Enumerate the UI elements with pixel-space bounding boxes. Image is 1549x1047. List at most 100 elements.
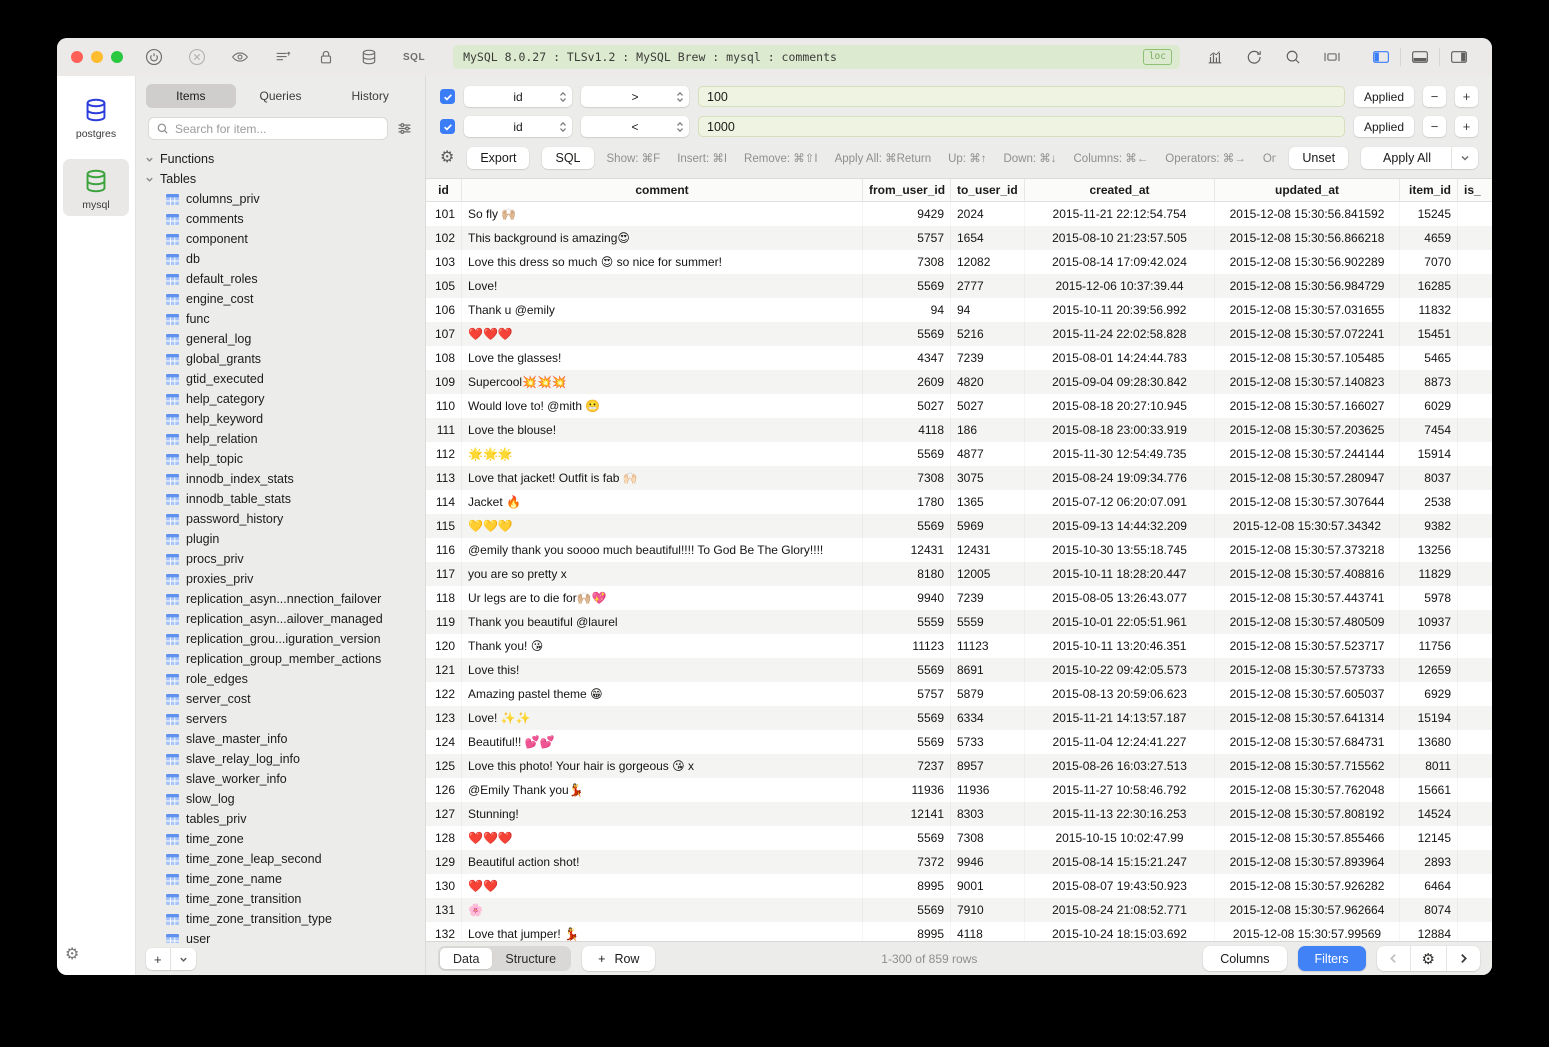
table-row[interactable]: 123Love! ✨✨556963342015-11-21 14:13:57.1… [426,706,1492,730]
cell-from_user_id[interactable]: 7237 [863,754,951,778]
table-row[interactable]: 125Love this photo! Your hair is gorgeou… [426,754,1492,778]
tab-history[interactable]: History [325,84,415,108]
sidebar-table-item[interactable]: plugin [136,529,425,549]
cell-is_[interactable] [1458,226,1492,250]
cell-id[interactable]: 110 [426,394,462,418]
cell-comment[interactable]: 💛💛💛 [462,514,863,538]
cell-created_at[interactable]: 2015-10-11 18:28:20.447 [1025,562,1215,586]
table-row[interactable]: 110Would love to! @mith 😬502750272015-08… [426,394,1492,418]
cell-comment[interactable]: Thank you! 😘 [462,634,863,658]
cell-id[interactable]: 106 [426,298,462,322]
cell-created_at[interactable]: 2015-08-10 21:23:57.505 [1025,226,1215,250]
cell-from_user_id[interactable]: 7308 [863,250,951,274]
cell-item_id[interactable]: 14524 [1400,802,1458,826]
cell-updated_at[interactable]: 2015-12-08 15:30:57.480509 [1215,610,1400,634]
cell-is_[interactable] [1458,250,1492,274]
filter-value-input[interactable]: 1000 [698,116,1345,137]
cell-from_user_id[interactable]: 11123 [863,634,951,658]
table-row[interactable]: 120Thank you! 😘11123111232015-10-11 13:2… [426,634,1492,658]
sidebar-table-item[interactable]: gtid_executed [136,369,425,389]
cell-updated_at[interactable]: 2015-12-08 15:30:57.166027 [1215,394,1400,418]
sidebar-table-item[interactable]: replication_asyn...ailover_managed [136,609,425,629]
cell-item_id[interactable]: 8011 [1400,754,1458,778]
cell-from_user_id[interactable]: 5569 [863,322,951,346]
cell-item_id[interactable]: 6464 [1400,874,1458,898]
cell-updated_at[interactable]: 2015-12-08 15:30:57.072241 [1215,322,1400,346]
cell-created_at[interactable]: 2015-09-04 09:28:30.842 [1025,370,1215,394]
columns-button[interactable]: Columns [1203,946,1286,971]
table-row[interactable]: 132Love that jumper! 💃899541182015-10-24… [426,922,1492,941]
cell-updated_at[interactable]: 2015-12-08 15:30:57.573733 [1215,658,1400,682]
close-window-button[interactable] [71,51,83,63]
cell-created_at[interactable]: 2015-11-27 10:58:46.792 [1025,778,1215,802]
cell-created_at[interactable]: 2015-12-06 10:37:39.44 [1025,274,1215,298]
cell-from_user_id[interactable]: 5569 [863,730,951,754]
cell-updated_at[interactable]: 2015-12-08 15:30:57.443741 [1215,586,1400,610]
filter-column-select[interactable]: id [464,116,572,137]
cell-is_[interactable] [1458,850,1492,874]
sidebar-table-item[interactable]: procs_priv [136,549,425,569]
add-filter-button[interactable]: + [1455,86,1478,107]
column-header-from_user_id[interactable]: from_user_id [863,179,951,201]
cell-is_[interactable] [1458,538,1492,562]
cell-is_[interactable] [1458,346,1492,370]
toggle-bottom-panel-button[interactable] [1401,48,1440,66]
cell-item_id[interactable]: 5978 [1400,586,1458,610]
cell-from_user_id[interactable]: 7372 [863,850,951,874]
cell-id[interactable]: 118 [426,586,462,610]
sidebar-table-item[interactable]: help_relation [136,429,425,449]
cell-item_id[interactable]: 12145 [1400,826,1458,850]
cell-from_user_id[interactable]: 5569 [863,826,951,850]
zoom-window-button[interactable] [111,51,123,63]
cell-updated_at[interactable]: 2015-12-08 15:30:57.105485 [1215,346,1400,370]
cell-from_user_id[interactable]: 4347 [863,346,951,370]
cell-updated_at[interactable]: 2015-12-08 15:30:57.715562 [1215,754,1400,778]
cell-created_at[interactable]: 2015-10-30 13:55:18.745 [1025,538,1215,562]
cell-id[interactable]: 130 [426,874,462,898]
cell-updated_at[interactable]: 2015-12-08 15:30:57.140823 [1215,370,1400,394]
cell-to_user_id[interactable]: 12005 [951,562,1025,586]
tab-queries[interactable]: Queries [236,84,326,108]
cell-comment[interactable]: This background is amazing😍 [462,226,863,250]
sidebar-table-item[interactable]: user [136,929,425,943]
previous-page-button[interactable] [1377,946,1410,971]
cell-item_id[interactable]: 12884 [1400,922,1458,941]
sidebar-table-item[interactable]: columns_priv [136,189,425,209]
cell-id[interactable]: 108 [426,346,462,370]
cell-created_at[interactable]: 2015-10-01 22:05:51.961 [1025,610,1215,634]
cell-comment[interactable]: ❤️❤️❤️ [462,322,863,346]
sidebar-table-item[interactable]: time_zone [136,829,425,849]
cell-item_id[interactable]: 8074 [1400,898,1458,922]
cell-item_id[interactable]: 15914 [1400,442,1458,466]
cell-item_id[interactable]: 6029 [1400,394,1458,418]
sidebar-table-item[interactable]: help_topic [136,449,425,469]
cell-id[interactable]: 109 [426,370,462,394]
cell-is_[interactable] [1458,802,1492,826]
cancel-circle-icon[interactable] [188,48,206,66]
export-button[interactable]: Export [467,147,529,169]
cell-updated_at[interactable]: 2015-12-08 15:30:57.244144 [1215,442,1400,466]
preview-eye-icon[interactable] [231,48,249,66]
sidebar-table-item[interactable]: help_keyword [136,409,425,429]
cell-id[interactable]: 117 [426,562,462,586]
cell-from_user_id[interactable]: 1780 [863,490,951,514]
table-row[interactable]: 118Ur legs are to die for🙌🏼💖994072392015… [426,586,1492,610]
toggle-left-panel-button[interactable] [1362,48,1401,66]
lock-icon[interactable] [317,48,335,66]
table-row[interactable]: 121Love this!556986912015-10-22 09:42:05… [426,658,1492,682]
remove-filter-button[interactable]: − [1423,116,1446,137]
cell-comment[interactable]: 🌟🌟🌟 [462,442,863,466]
cell-created_at[interactable]: 2015-09-13 14:44:32.209 [1025,514,1215,538]
cell-id[interactable]: 112 [426,442,462,466]
cell-item_id[interactable]: 12659 [1400,658,1458,682]
sidebar-table-item[interactable]: global_grants [136,349,425,369]
cell-updated_at[interactable]: 2015-12-08 15:30:56.902289 [1215,250,1400,274]
cell-from_user_id[interactable]: 5569 [863,706,951,730]
table-row[interactable]: 103Love this dress so much 😍 so nice for… [426,250,1492,274]
cell-to_user_id[interactable]: 1365 [951,490,1025,514]
cell-item_id[interactable]: 15245 [1400,202,1458,226]
apply-all-button[interactable]: Apply All [1361,147,1478,169]
cell-comment[interactable]: ❤️❤️ [462,874,863,898]
cell-is_[interactable] [1458,778,1492,802]
cell-to_user_id[interactable]: 11936 [951,778,1025,802]
